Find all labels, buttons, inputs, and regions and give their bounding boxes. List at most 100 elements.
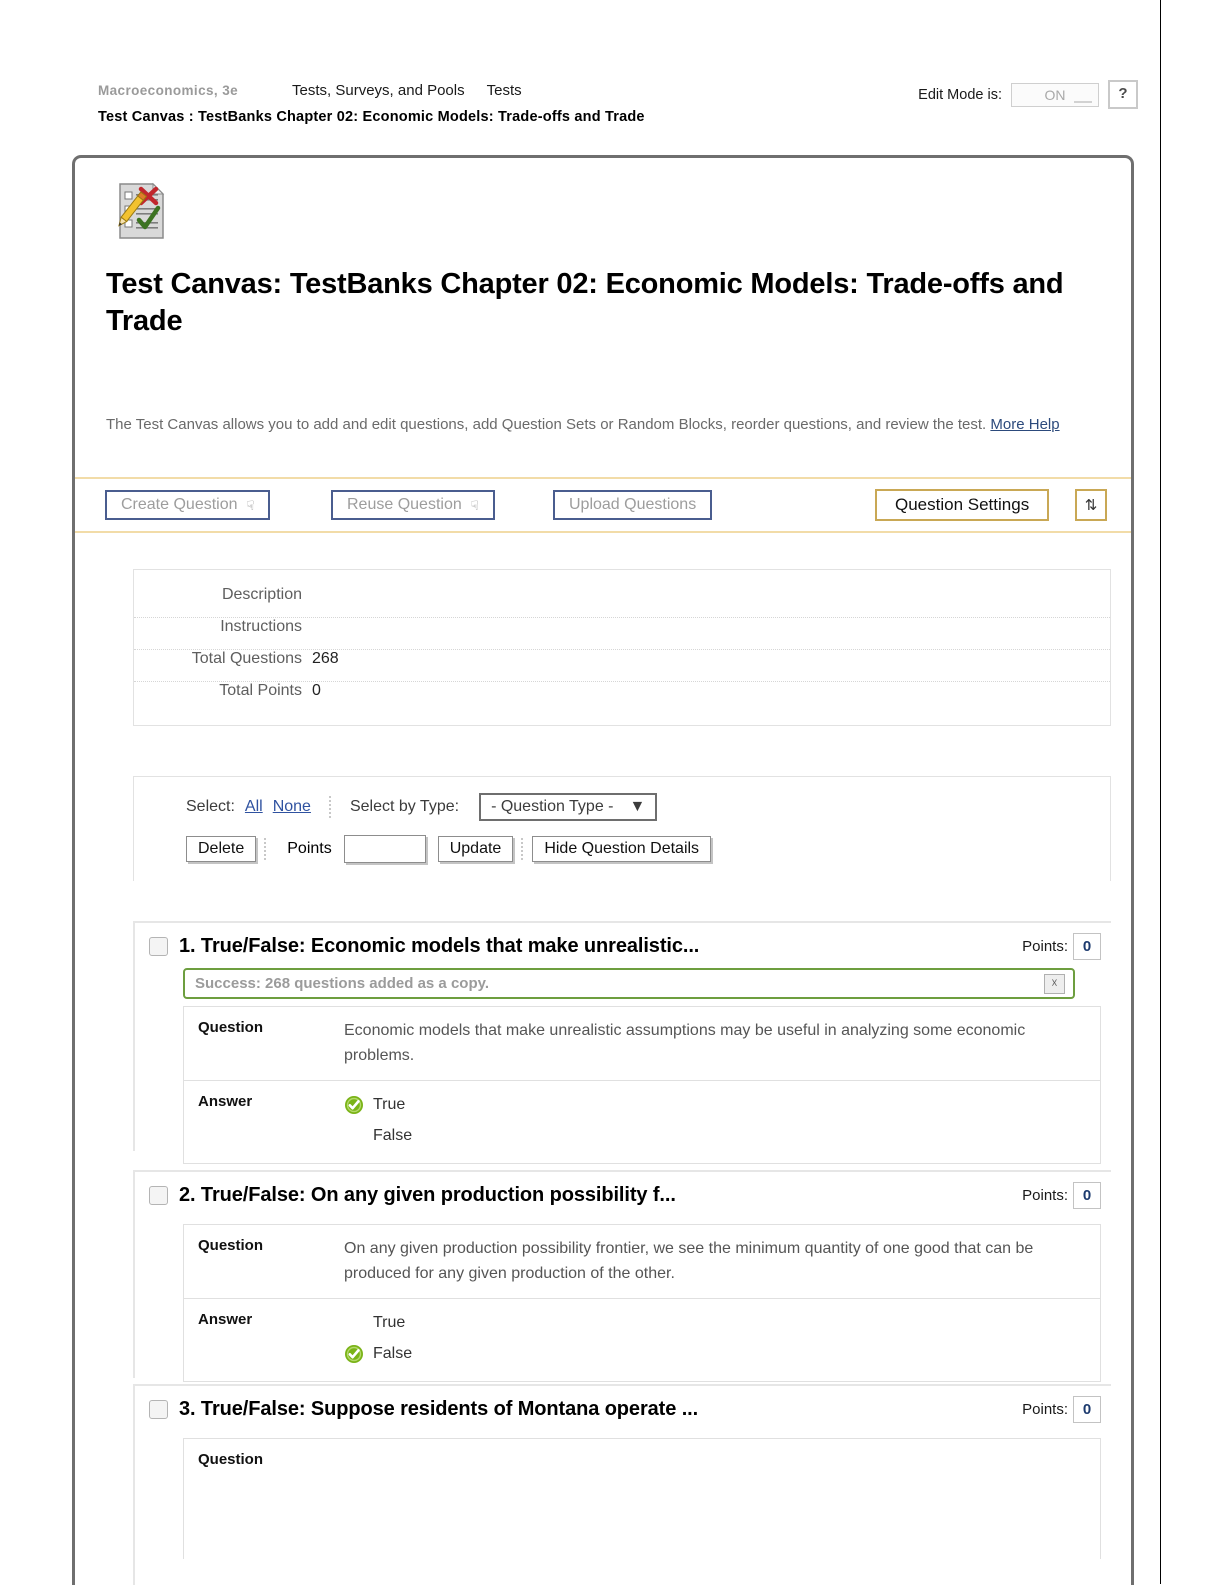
description-text: The Test Canvas allows you to add and ed… xyxy=(106,416,987,433)
question-block: 1. True/False: Economic models that make… xyxy=(133,921,1111,1164)
summary-value: 268 xyxy=(312,650,339,667)
answer-list: True False xyxy=(344,1081,430,1163)
summary-row: Instructions xyxy=(134,618,1110,650)
question-block: 3. True/False: Suppose residents of Mont… xyxy=(133,1384,1111,1585)
question-type-dropdown[interactable]: - Question Type - ▼ xyxy=(479,793,658,821)
success-message: Success: 268 questions added as a copy. xyxy=(195,975,490,992)
points-value[interactable]: 0 xyxy=(1073,933,1101,960)
points-label: Points: xyxy=(1022,938,1068,955)
question-details-table: Question Economic models that make unrea… xyxy=(183,1006,1101,1164)
question-points: Points: 0 xyxy=(1022,933,1101,960)
question-text-row: Question xyxy=(184,1439,1100,1559)
question-header: 1. True/False: Economic models that make… xyxy=(135,923,1111,968)
question-text: On any given production possibility fron… xyxy=(344,1240,1034,1282)
points-label: Points: xyxy=(1022,1187,1068,1204)
answer-row: Answer True False xyxy=(184,1299,1100,1382)
answer-row: Answer True False xyxy=(184,1081,1100,1164)
answer-option: True xyxy=(344,1307,412,1338)
select-label: Select: xyxy=(186,798,235,815)
answer-label: True xyxy=(373,1314,406,1331)
test-canvas-icon xyxy=(118,182,165,239)
test-summary-table: Description Instructions Total Questions… xyxy=(133,569,1111,726)
select-by-type-label: Select by Type: xyxy=(349,798,460,815)
summary-row: Description xyxy=(134,586,1110,618)
summary-label: Instructions xyxy=(220,618,302,635)
sort-updown-icon[interactable]: ⇅ xyxy=(1075,489,1107,521)
summary-value: 0 xyxy=(312,682,321,699)
edit-mode-toggle[interactable]: ON xyxy=(1011,82,1099,107)
question-checkbox[interactable] xyxy=(149,1186,168,1205)
select-none-link[interactable]: None xyxy=(273,798,311,816)
question-details-table: Question On any given production possibi… xyxy=(183,1224,1101,1382)
summary-row: Total Questions 268 xyxy=(134,650,1110,682)
question-header: 3. True/False: Suppose residents of Mont… xyxy=(135,1386,1111,1431)
close-icon[interactable]: ☓ xyxy=(1044,973,1065,994)
question-settings-button[interactable]: Question Settings xyxy=(875,489,1050,521)
upload-questions-label: Upload Questions xyxy=(569,496,697,513)
summary-label: Total Questions xyxy=(191,650,302,667)
help-icon[interactable]: ? xyxy=(1108,80,1138,109)
answer-option: True xyxy=(344,1089,412,1120)
points-value[interactable]: 0 xyxy=(1073,1396,1101,1423)
hide-question-details-button[interactable]: Hide Question Details xyxy=(532,836,712,862)
question-text: Economic models that make unrealistic as… xyxy=(344,1022,1026,1064)
answer-label: True xyxy=(373,1096,406,1113)
reuse-question-label: Reuse Question xyxy=(347,496,462,513)
select-all-link[interactable]: All xyxy=(245,798,263,816)
question-type-value: - Question Type - xyxy=(491,798,614,815)
question-checkbox[interactable] xyxy=(149,937,168,956)
points-label: Points: xyxy=(1022,1401,1068,1418)
question-text-row: Question Economic models that make unrea… xyxy=(184,1007,1100,1081)
page-title: Test Canvas: TestBanks Chapter 02: Econo… xyxy=(106,268,1064,337)
create-question-button[interactable]: Create Question ☟ xyxy=(105,490,271,520)
divider xyxy=(328,796,332,818)
reuse-question-button[interactable]: Reuse Question ☟ xyxy=(331,490,495,520)
divider xyxy=(264,838,267,860)
breadcrumb-course[interactable]: Macroeconomics, 3e xyxy=(98,83,238,98)
chevron-double-down-icon: ☟ xyxy=(246,497,255,513)
more-help-link[interactable]: More Help xyxy=(990,416,1059,433)
question-points: Points: 0 xyxy=(1022,1182,1101,1209)
answer-label: False xyxy=(373,1127,413,1144)
answer-row-label: Answer xyxy=(198,1311,253,1328)
question-details-table: Question xyxy=(183,1438,1101,1559)
answer-list: True False xyxy=(344,1299,430,1381)
action-toolbar: Create Question ☟ Reuse Question ☟ Uploa… xyxy=(75,479,1131,533)
points-label: Points xyxy=(287,840,332,857)
question-text-row: Question On any given production possibi… xyxy=(184,1225,1100,1299)
question-title[interactable]: 1. True/False: Economic models that make… xyxy=(179,935,699,958)
question-text xyxy=(344,1439,362,1559)
points-input[interactable] xyxy=(343,835,426,863)
question-points: Points: 0 xyxy=(1022,1396,1101,1423)
points-value[interactable]: 0 xyxy=(1073,1182,1101,1209)
question-row-label: Question xyxy=(198,1237,264,1254)
edit-mode-label: Edit Mode is: xyxy=(918,86,1002,103)
page-boundary-rule xyxy=(1160,0,1161,1584)
breadcrumb-tests[interactable]: Tests xyxy=(487,82,522,99)
question-header: 2. True/False: On any given production p… xyxy=(135,1172,1111,1217)
update-button[interactable]: Update xyxy=(437,836,514,862)
create-question-label: Create Question xyxy=(121,496,238,513)
answer-option: False xyxy=(344,1120,412,1151)
page-description: The Test Canvas allows you to add and ed… xyxy=(106,413,1091,436)
content-frame: Test Canvas: TestBanks Chapter 02: Econo… xyxy=(72,155,1134,1585)
edit-mode-control: Edit Mode is: ON ? xyxy=(918,80,1138,109)
correct-answer-icon xyxy=(345,1344,363,1363)
summary-row: Total Points 0 xyxy=(134,682,1110,713)
delete-button[interactable]: Delete xyxy=(186,836,257,862)
divider xyxy=(521,838,524,860)
summary-label: Description xyxy=(221,586,302,603)
question-title[interactable]: 2. True/False: On any given production p… xyxy=(179,1184,676,1207)
correct-answer-icon xyxy=(345,1095,363,1114)
question-row-label: Question xyxy=(198,1019,264,1036)
question-block: 2. True/False: On any given production p… xyxy=(133,1170,1111,1382)
breadcrumb-tests-surveys-pools[interactable]: Tests, Surveys, and Pools xyxy=(292,82,465,99)
chevron-down-icon: ▼ xyxy=(629,798,646,815)
question-checkbox[interactable] xyxy=(149,1400,168,1419)
breadcrumb-current: Test Canvas : TestBanks Chapter 02: Econ… xyxy=(98,109,645,125)
summary-label: Total Points xyxy=(219,682,302,699)
upload-questions-button[interactable]: Upload Questions xyxy=(553,490,713,520)
answer-row-label: Answer xyxy=(198,1093,253,1110)
chevron-double-down-icon: ☟ xyxy=(470,497,479,513)
question-title[interactable]: 3. True/False: Suppose residents of Mont… xyxy=(179,1398,698,1421)
